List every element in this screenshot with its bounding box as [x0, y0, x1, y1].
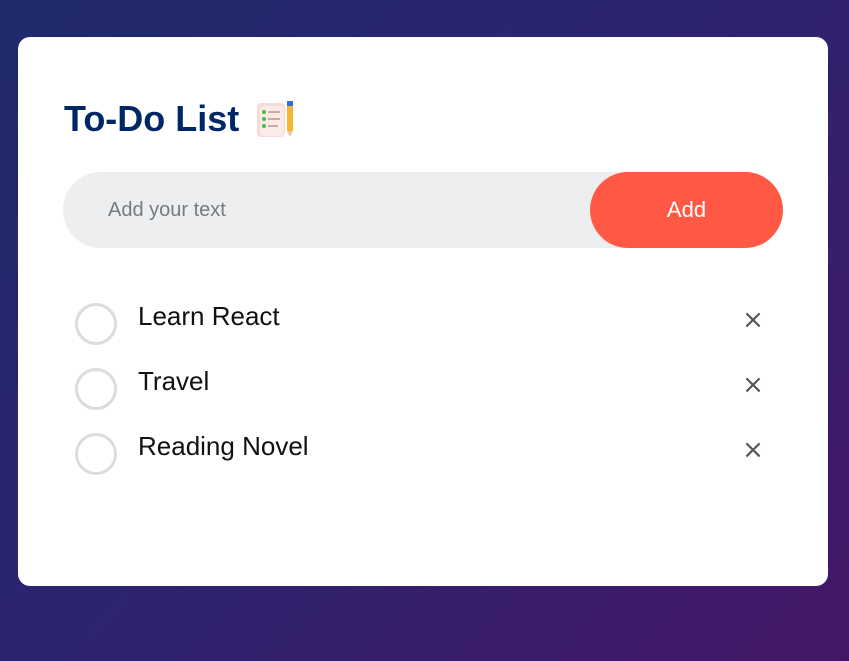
close-icon[interactable]: ×	[740, 437, 766, 463]
task-label: Learn React	[138, 301, 280, 331]
title-row: To-Do List	[64, 97, 297, 141]
add-task-row: Add	[63, 172, 783, 248]
checkbox-circle-icon[interactable]	[75, 368, 117, 410]
checkbox-circle-icon[interactable]	[75, 433, 117, 475]
list-item[interactable]: Reading Novel ×	[75, 429, 775, 494]
add-button[interactable]: Add	[590, 172, 783, 248]
page-title: To-Do List	[64, 98, 240, 139]
notepad-checklist-icon	[257, 101, 294, 137]
task-label: Travel	[138, 366, 210, 396]
checkbox-circle-icon[interactable]	[75, 303, 117, 345]
close-icon[interactable]: ×	[740, 307, 766, 333]
todo-card: To-Do List Add Learn React × Travel ×	[18, 37, 828, 586]
close-icon[interactable]: ×	[740, 372, 766, 398]
task-label: Reading Novel	[138, 431, 309, 461]
list-item[interactable]: Learn React ×	[75, 299, 775, 364]
task-list: Learn React × Travel × Reading Novel ×	[75, 299, 775, 494]
list-item[interactable]: Travel ×	[75, 364, 775, 429]
task-input[interactable]	[108, 172, 578, 248]
